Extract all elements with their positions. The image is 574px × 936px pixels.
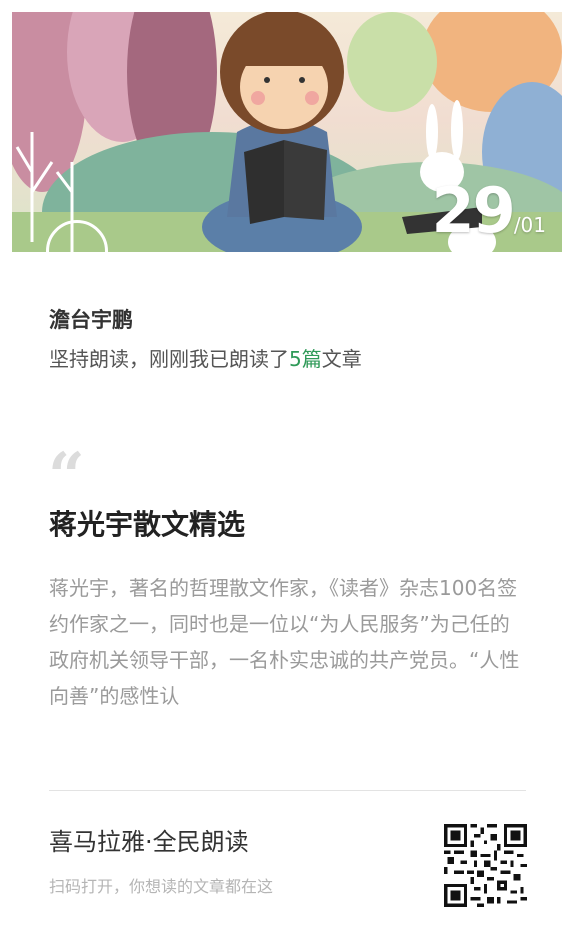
article-title: 蒋光宇散文精选	[49, 508, 246, 541]
article-description: 蒋光宇，著名的哲理散文作家，《读者》杂志100名签约作家之一，同时也是一位以“为…	[49, 576, 520, 708]
avatar	[46, 220, 108, 282]
cover-illustration: 29/01	[12, 12, 562, 252]
brand-name: 喜马拉雅·全民朗读	[49, 828, 249, 856]
status-suffix: 文章	[321, 347, 362, 371]
divider	[49, 790, 526, 791]
status-prefix: 坚持朗读，刚刚我已朗读了	[49, 347, 289, 371]
date-day: 29	[431, 174, 516, 247]
read-count: 5篇	[289, 347, 322, 371]
scan-hint: 扫码打开，你想读的文章都在这	[49, 877, 274, 896]
quote-icon: “	[48, 439, 85, 514]
date-stamp: 29/01	[432, 180, 546, 242]
date-month: /01	[513, 213, 546, 237]
reading-status: 坚持朗读，刚刚我已朗读了5篇文章	[49, 343, 362, 372]
qr-code-icon[interactable]	[444, 824, 527, 907]
user-name: 澹台宇鹏	[49, 308, 133, 332]
